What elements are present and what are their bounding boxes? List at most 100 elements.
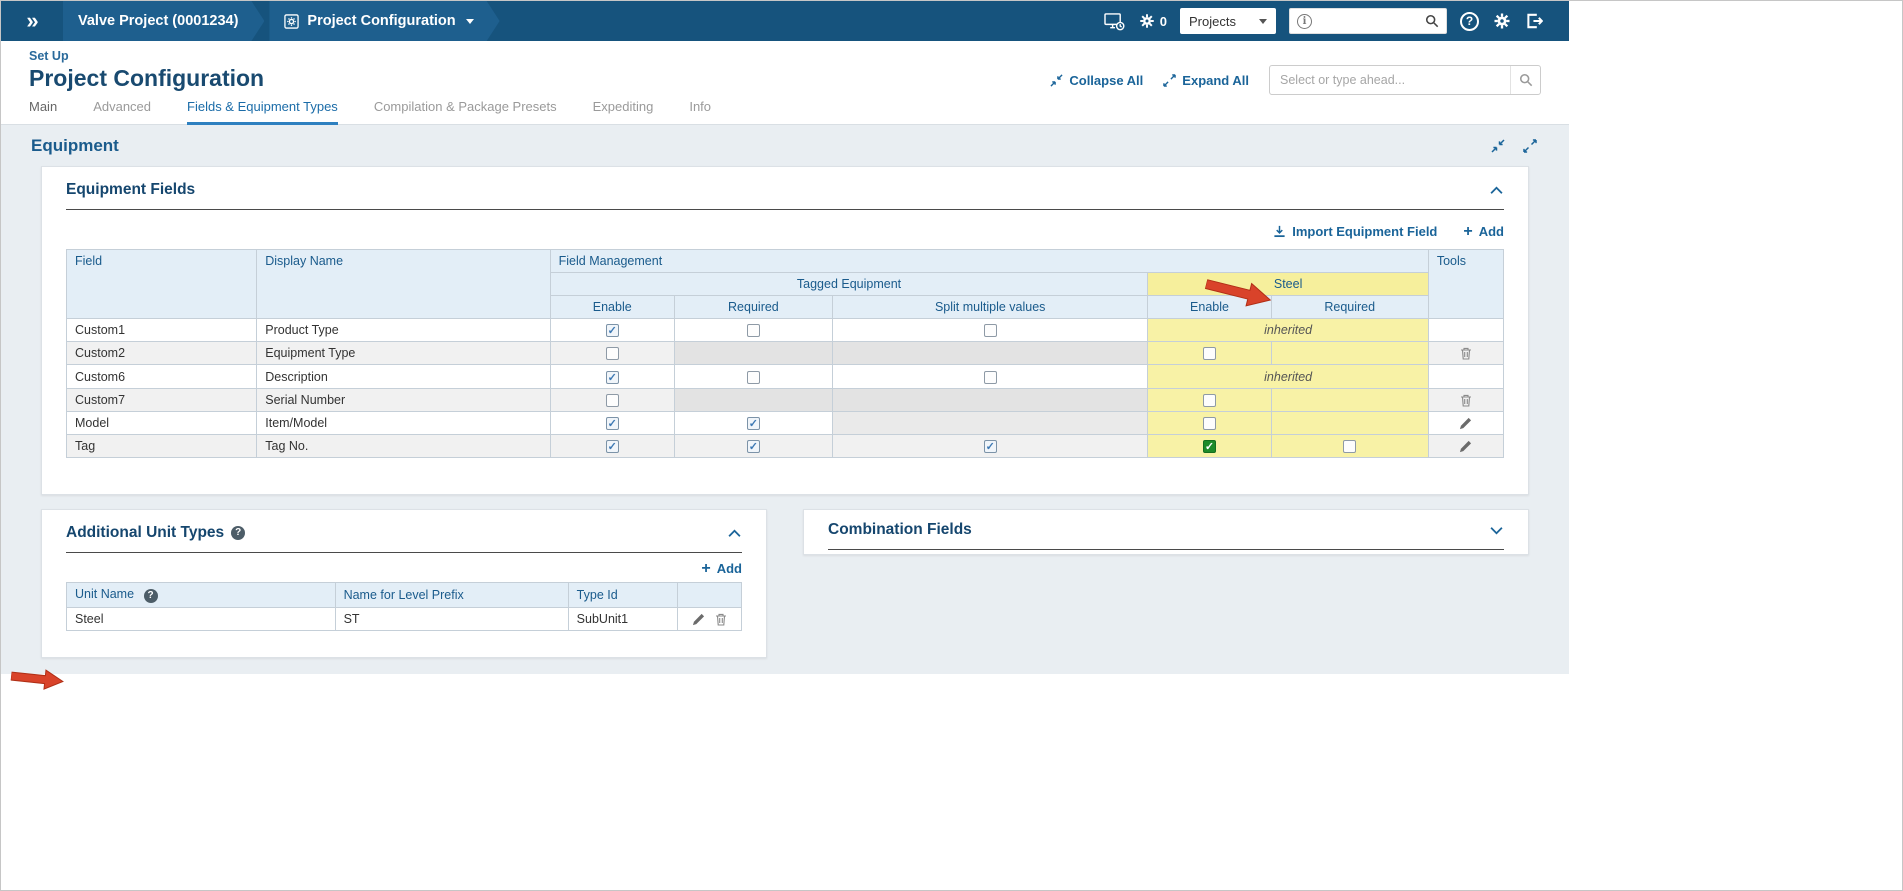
global-search-input[interactable] <box>1318 14 1419 28</box>
combination-fields-title: Combination Fields <box>828 521 972 539</box>
checkbox[interactable] <box>605 370 619 384</box>
help-icon[interactable] <box>143 589 158 604</box>
checkbox[interactable] <box>983 370 997 384</box>
edit-row-button[interactable] <box>1459 417 1472 430</box>
edit-row-button[interactable] <box>1459 440 1472 453</box>
table-row-model: Model Item/Model <box>65 410 1505 436</box>
checkbox[interactable] <box>605 440 619 454</box>
background-jobs-button[interactable]: 0 <box>1138 12 1167 30</box>
trash-icon <box>1460 394 1471 407</box>
tab-compilation-package-presets[interactable]: Compilation & Package Presets <box>374 99 557 125</box>
checkbox[interactable] <box>983 440 997 454</box>
tab-expediting[interactable]: Expediting <box>593 99 654 125</box>
checkbox[interactable] <box>746 440 760 454</box>
search-scope-select[interactable]: Projects <box>1180 8 1276 34</box>
steel-required-cell <box>1270 434 1429 459</box>
breadcrumb-project-configuration[interactable]: Project Configuration <box>269 1 499 41</box>
info-icon[interactable] <box>1297 13 1312 29</box>
checkbox[interactable] <box>605 417 619 431</box>
report-schedule-icon[interactable] <box>1104 12 1125 31</box>
checkbox[interactable] <box>605 347 619 361</box>
logout-icon[interactable] <box>1525 12 1543 30</box>
global-search-box <box>1289 8 1447 34</box>
add-equipment-field-button[interactable]: + Add <box>1463 223 1504 240</box>
field-cell: Custom7 <box>65 387 258 412</box>
tagged-required-cell <box>673 434 834 459</box>
delete-row-button[interactable] <box>1460 347 1472 360</box>
steel-required-cell <box>1270 410 1429 436</box>
table-row-tag: Tag Tag No. <box>65 434 1505 459</box>
collapse-section-icon[interactable] <box>1491 139 1505 153</box>
expand-arrows-icon <box>1163 73 1177 87</box>
help-icon[interactable] <box>1460 11 1479 31</box>
breadcrumb-project[interactable]: Valve Project (0001234) <box>63 1 264 41</box>
expand-section-icon[interactable] <box>1523 139 1537 153</box>
pencil-icon <box>693 614 705 626</box>
checkbox[interactable] <box>746 324 760 338</box>
table-row-custom7: Custom7 Serial Number <box>65 387 1505 412</box>
steel-inherited-cell: inherited <box>1147 317 1429 343</box>
field-cell: Custom1 <box>65 317 258 343</box>
display-name-cell: Equipment Type <box>256 341 551 366</box>
module-gear-icon <box>284 14 299 29</box>
type-id-cell: SubUnit1 <box>567 607 679 632</box>
checkbox[interactable] <box>1203 417 1216 431</box>
col-header-display-name: Display Name <box>256 249 551 319</box>
tagged-enable-cell <box>549 387 675 412</box>
checkbox[interactable] <box>605 324 619 338</box>
col-header-tagged-enable: Enable <box>549 295 675 319</box>
steel-enable-cell <box>1147 387 1272 412</box>
expand-all-label: Expand All <box>1182 72 1249 88</box>
table-row-custom1: Custom1 Product Type inherited <box>65 317 1505 343</box>
tab-fields-equipment-types[interactable]: Fields & Equipment Types <box>187 99 338 125</box>
main-menu-button[interactable]: » <box>1 1 63 41</box>
collapse-all-button[interactable]: Collapse All <box>1050 73 1143 88</box>
split-values-cell <box>831 434 1149 459</box>
checkbox[interactable] <box>746 417 760 431</box>
checkbox[interactable] <box>983 324 997 338</box>
chevron-up-icon[interactable] <box>727 529 742 538</box>
add-unit-type-button[interactable]: + Add <box>701 561 742 577</box>
unit-types-actions: + Add <box>66 561 742 577</box>
chevron-down-icon <box>1259 18 1267 24</box>
import-equipment-field-button[interactable]: Import Equipment Field <box>1273 224 1437 239</box>
typeahead-input[interactable] <box>1270 73 1510 87</box>
expand-all-button[interactable]: Expand All <box>1163 73 1249 88</box>
search-icon[interactable] <box>1425 14 1439 28</box>
delete-row-button[interactable] <box>1460 394 1472 407</box>
delete-row-button[interactable] <box>715 613 727 626</box>
col-header-unit-tools <box>677 582 742 609</box>
checkbox[interactable] <box>1203 347 1216 361</box>
tab-advanced[interactable]: Advanced <box>93 99 151 125</box>
col-header-tagged-equipment: Tagged Equipment <box>549 272 1149 296</box>
steel-required-cell <box>1270 341 1429 366</box>
help-icon[interactable] <box>231 526 246 541</box>
checkbox[interactable] <box>605 393 619 407</box>
tab-main[interactable]: Main <box>29 99 57 125</box>
unit-types-table: Unit Name Name for Level Prefix Type Id … <box>66 582 742 632</box>
col-header-field: Field <box>65 249 258 319</box>
checkbox[interactable] <box>746 370 760 384</box>
col-header-level-prefix: Name for Level Prefix <box>334 582 569 609</box>
tagged-enable-cell <box>549 341 675 366</box>
search-icon[interactable] <box>1510 66 1540 94</box>
card-title-rule <box>66 209 1504 210</box>
field-cell: Tag <box>65 434 258 459</box>
settings-gear-icon[interactable] <box>1492 11 1512 31</box>
tab-info[interactable]: Info <box>689 99 711 125</box>
table-row-custom2: Custom2 Equipment Type <box>65 341 1505 366</box>
checkbox[interactable] <box>1203 440 1216 454</box>
tools-cell <box>1427 387 1505 412</box>
plus-icon: + <box>1463 223 1473 240</box>
unit-types-title: Additional Unit Types <box>66 524 225 542</box>
edit-row-button[interactable] <box>692 613 705 626</box>
chevron-down-icon[interactable] <box>1489 526 1504 535</box>
equipment-fields-title: Equipment Fields <box>66 181 196 198</box>
unit-types-header-row: Unit Name Name for Level Prefix Type Id <box>66 582 742 609</box>
equipment-fields-table: Field Display Name Field Management Tool… <box>65 249 1505 459</box>
checkbox[interactable] <box>1203 393 1216 407</box>
checkbox[interactable] <box>1343 440 1357 454</box>
header-actions: Collapse All Expand All <box>1050 65 1541 95</box>
chevron-up-icon[interactable] <box>1489 186 1504 195</box>
display-name-cell: Item/Model <box>256 410 551 436</box>
